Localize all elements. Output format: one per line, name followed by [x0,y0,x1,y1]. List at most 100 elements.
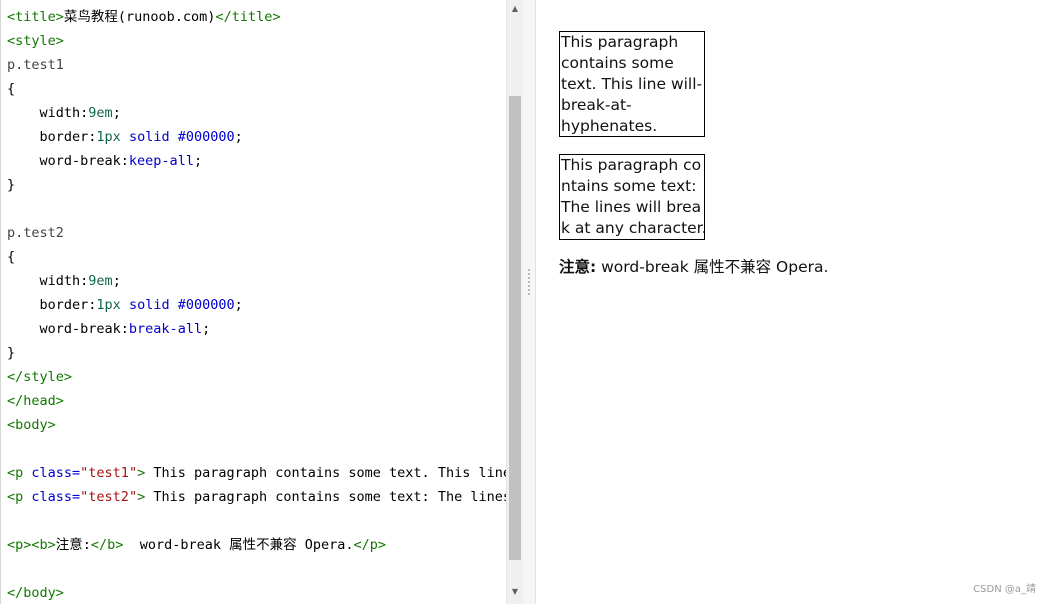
code-token: This paragraph contains some text. This … [145,465,507,481]
vertical-scrollbar[interactable]: ▲ ▼ [506,0,523,604]
code-token: break-all [128,321,203,337]
code-line[interactable] [7,509,507,533]
code-line[interactable]: word-break:keep-all; [7,149,507,173]
test1-paragraph: This paragraph contains some text. This … [559,31,705,137]
code-line[interactable] [7,437,507,461]
code-line[interactable]: } [7,341,507,365]
code-token: 菜鸟教程(runoob.com) [63,9,216,25]
code-token: #000000 [177,297,235,313]
code-line[interactable]: width:9em; [7,269,507,293]
code-token: border: [39,129,97,145]
code-line[interactable]: } [7,173,507,197]
code-token: p.test1 [7,57,64,73]
code-token: </p> [353,537,387,553]
code-token: </b> [90,537,124,553]
code-token: keep-all [128,153,194,169]
code-token: word-break: [39,153,129,169]
code-token: width: [39,273,89,289]
code-line[interactable]: p.test1 [7,53,507,77]
code-line[interactable]: p.test2 [7,221,507,245]
code-token: "test1" [80,465,138,481]
test2-paragraph: This paragraph co ntains some text: The … [559,154,707,240]
code-token: This paragraph contains some text: The l… [145,489,507,505]
code-line[interactable] [7,197,507,221]
result-preview: This paragraph contains some text. This … [536,0,1050,604]
drag-handle-icon[interactable] [527,268,531,296]
code-line[interactable]: { [7,245,507,269]
code-line[interactable]: <style> [7,29,507,53]
code-token: } [7,177,16,193]
note-label: 注意: [559,258,597,276]
code-token: width: [39,105,89,121]
code-line[interactable]: <body> [7,413,507,437]
code-token: class= [31,489,81,505]
code-token: class= [31,465,81,481]
code-token: ; [234,129,243,145]
code-token: </body> [7,585,64,601]
code-token: 1px [96,129,121,145]
code-line[interactable]: </body> [7,581,507,604]
code-token: 注意: [55,537,91,553]
code-token: ; [202,321,211,337]
code-line[interactable]: <p class="test1"> This paragraph contain… [7,461,507,485]
scroll-up-icon[interactable]: ▲ [507,0,523,17]
code-line[interactable]: <title>菜鸟教程(runoob.com)</title> [7,5,507,29]
code-token: ; [193,153,203,169]
code-token: p.test2 [7,225,64,241]
code-token: #000000 [177,129,235,145]
code-token: </title> [215,9,281,25]
code-token: <p><b> [7,537,56,553]
code-token: word-break 属性不兼容 Opera. [123,537,354,553]
code-line[interactable]: { [7,77,507,101]
code-token: <p [7,465,32,481]
code-line[interactable]: border:1px solid #000000; [7,293,507,317]
code-token: > [137,465,146,481]
code-token: border: [39,297,97,313]
code-token: "test2" [80,489,138,505]
scroll-down-icon[interactable]: ▼ [507,583,523,600]
code-line[interactable]: border:1px solid #000000; [7,125,507,149]
code-token: <style> [7,33,64,49]
code-token: <body> [7,417,56,433]
code-token: 1px [96,297,121,313]
watermark: CSDN @a_靖 [973,584,1036,595]
code-token: </head> [7,393,64,409]
code-line[interactable]: word-break:break-all; [7,317,507,341]
note-text: word-break 属性不兼容 Opera. [596,258,829,276]
code-token: { [7,81,16,97]
code-token: solid [128,129,170,145]
code-token: </style> [7,369,73,385]
code-token: word-break: [39,321,129,337]
code-content[interactable]: <title>菜鸟教程(runoob.com)</title> <style> p.… [7,5,507,604]
compat-note: 注意: word-break 属性不兼容 Opera. [559,257,828,278]
code-line[interactable]: width:9em; [7,101,507,125]
code-editor[interactable]: <title>菜鸟教程(runoob.com)</title> <style> p.… [0,0,523,604]
pane-splitter[interactable] [523,0,536,604]
code-token: <title> [7,9,64,25]
code-token: 9em [88,105,113,121]
code-token: ; [112,105,121,121]
code-token: solid [128,297,170,313]
code-line[interactable]: <p class="test2"> This paragraph contain… [7,485,507,509]
code-line[interactable]: </head> [7,389,507,413]
code-line[interactable] [7,557,507,581]
code-token: } [7,345,16,361]
code-token: > [137,489,146,505]
code-token: { [7,249,16,265]
code-token: ; [112,273,121,289]
code-token: <p [7,489,32,505]
code-token: 9em [88,273,113,289]
code-token: ; [234,297,243,313]
code-line[interactable]: <p><b>注意:</b> word-break 属性不兼容 Opera.</p… [7,533,507,557]
code-line[interactable]: </style> [7,365,507,389]
scrollbar-thumb[interactable] [509,96,521,560]
